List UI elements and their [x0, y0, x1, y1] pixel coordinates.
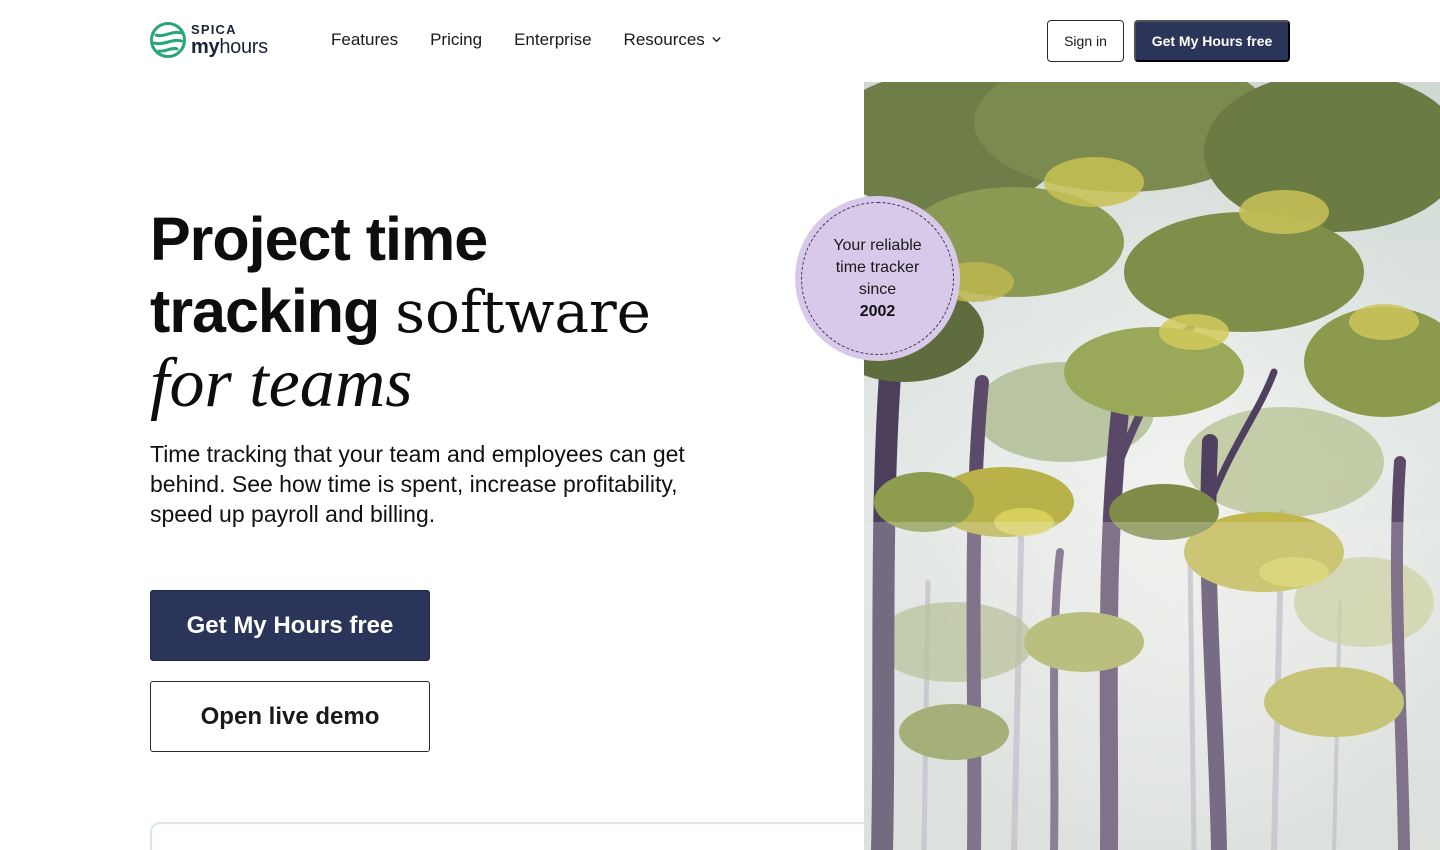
sign-in-button[interactable]: Sign in: [1047, 20, 1124, 62]
forest-illustration: [864, 82, 1440, 850]
since-2002-badge: Your reliable time tracker since 2002: [795, 196, 960, 361]
hero-title-bold-2: tracking: [150, 277, 380, 345]
logo-company: SPICA: [191, 22, 237, 37]
logo-product-bold: my: [191, 36, 220, 58]
get-my-hours-free-button[interactable]: Get My Hours free: [150, 590, 430, 661]
site-header: SPICA myhours Features Pricing Enterpris…: [0, 0, 1440, 82]
nav-item-enterprise-label: Enterprise: [514, 30, 592, 49]
header-get-free-button[interactable]: Get My Hours free: [1134, 20, 1290, 62]
hero-title-italic: for teams: [150, 345, 413, 422]
hero-subtitle: Time tracking that your team and employe…: [150, 441, 685, 527]
badge-dashed-ring: Your reliable time tracker since 2002: [801, 202, 954, 355]
chevron-down-icon: [712, 36, 721, 42]
hero-title-line-2: tracking software: [150, 275, 790, 348]
main-nav: Features Pricing Enterprise Resources: [331, 30, 754, 50]
nav-item-enterprise[interactable]: Enterprise: [514, 30, 591, 50]
badge-year: 2002: [859, 302, 896, 320]
logo-product-light: hours: [219, 36, 268, 58]
hero-title-serif: software: [395, 278, 651, 346]
product-preview-card: [150, 822, 910, 850]
open-live-demo-button[interactable]: Open live demo: [150, 681, 430, 752]
logo-product: myhours: [191, 37, 268, 57]
nav-item-pricing[interactable]: Pricing: [430, 30, 482, 50]
logo-mark-icon: [150, 22, 186, 58]
forest-image: [864, 82, 1440, 850]
nav-item-resources[interactable]: Resources: [624, 30, 722, 50]
nav-item-resources-label: Resources: [623, 30, 705, 49]
hero-title-line-1: Project time: [150, 205, 488, 273]
myhours-logo[interactable]: SPICA myhours: [150, 22, 268, 58]
badge-text: Your reliable time tracker since: [833, 236, 922, 298]
hero-title: Project time tracking software for teams: [150, 203, 790, 420]
nav-item-features[interactable]: Features: [331, 30, 398, 50]
